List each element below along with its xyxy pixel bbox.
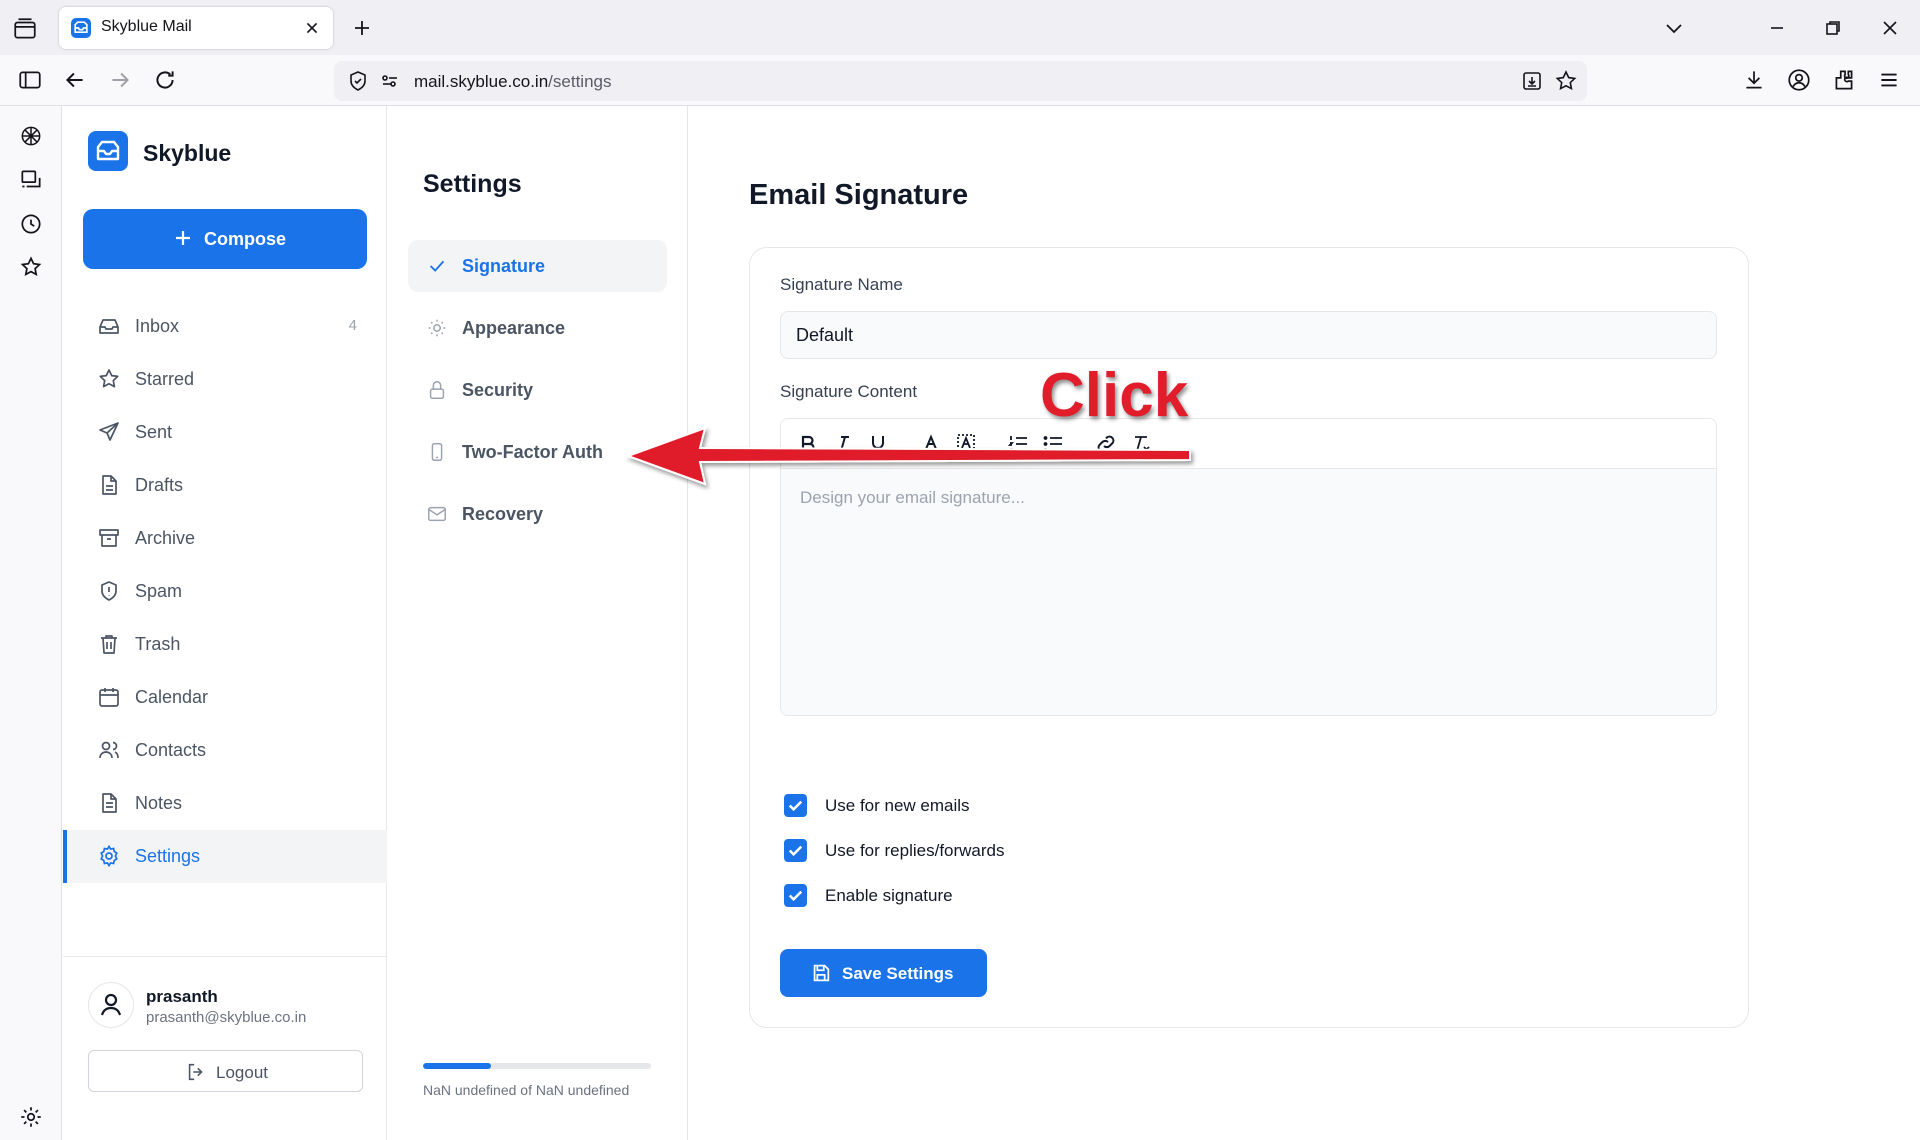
archive-icon <box>97 526 121 550</box>
save-settings-button[interactable]: Save Settings <box>780 949 987 997</box>
chevron-down-icon[interactable] <box>1662 16 1686 40</box>
notes-icon <box>97 791 121 815</box>
app-sidebar: Skyblue Compose Inbox 4 Starred Sent Dra… <box>63 106 387 1140</box>
page-title: Email Signature <box>749 179 969 211</box>
shield-check-icon[interactable] <box>346 69 370 93</box>
signature-name-label: Signature Name <box>780 275 903 294</box>
logout-icon <box>185 1061 207 1083</box>
downloads-icon[interactable] <box>1741 67 1767 93</box>
user-name: prasanth <box>146 987 218 1006</box>
star-icon <box>97 367 121 391</box>
synced-tabs-icon[interactable] <box>18 167 44 193</box>
bookmarks-star-icon[interactable] <box>18 254 44 280</box>
sun-icon <box>426 317 448 339</box>
sidebar-item-drafts[interactable]: Drafts <box>63 459 387 512</box>
calendar-icon <box>97 685 121 709</box>
account-icon[interactable] <box>1786 67 1812 93</box>
avatar[interactable] <box>88 982 134 1028</box>
phone-icon <box>426 441 448 463</box>
sidebar-item-calendar[interactable]: Calendar <box>63 671 387 724</box>
sidebar-item-settings[interactable]: Settings <box>63 830 387 883</box>
compose-button[interactable]: Compose <box>83 209 367 269</box>
browser-tab[interactable]: Skyblue Mail <box>59 7 333 49</box>
unread-count: 4 <box>348 317 357 334</box>
checkbox-checked-icon[interactable] <box>784 794 807 817</box>
settings-title: Settings <box>423 170 522 198</box>
signature-content-input[interactable] <box>781 470 1716 715</box>
check-icon <box>426 255 448 277</box>
plus-icon <box>171 226 195 250</box>
checkbox-checked-icon[interactable] <box>784 884 807 907</box>
settings-item-security[interactable]: Security <box>408 364 667 416</box>
tab-title: Skyblue Mail <box>101 18 192 35</box>
lock-icon <box>426 379 448 401</box>
sidebar-item-trash[interactable]: Trash <box>63 618 387 671</box>
storage-progress-bar <box>423 1063 651 1069</box>
user-email: prasanth@skyblue.co.in <box>146 1009 307 1026</box>
bookmark-star-icon[interactable] <box>1554 69 1578 93</box>
sidebar-item-sent[interactable]: Sent <box>63 406 387 459</box>
settings-item-signature[interactable]: Signature <box>408 240 667 292</box>
signature-name-input[interactable] <box>780 311 1717 359</box>
storage-usage-text: NaN undefined of NaN undefined <box>423 1082 630 1098</box>
reload-icon[interactable] <box>152 67 178 93</box>
ai-chatbot-icon[interactable] <box>18 123 44 149</box>
user-panel: prasanth prasanth@skyblue.co.in Logout <box>63 956 387 1140</box>
browser-tab-bar: Skyblue Mail <box>0 0 1920 55</box>
sidebar-item-contacts[interactable]: Contacts <box>63 724 387 777</box>
favicon-icon <box>71 18 91 38</box>
menu-icon[interactable] <box>1876 67 1902 93</box>
sidebar-toggle-icon[interactable] <box>17 67 43 93</box>
sidebar-item-inbox[interactable]: Inbox 4 <box>63 300 387 353</box>
trash-icon <box>97 632 121 656</box>
restore-icon[interactable] <box>1821 16 1845 40</box>
contacts-icon <box>97 738 121 762</box>
close-window-icon[interactable] <box>1878 16 1902 40</box>
signature-content-label: Signature Content <box>780 382 918 401</box>
annotation-arrow-icon <box>625 426 1191 486</box>
checkbox-checked-icon[interactable] <box>784 839 807 862</box>
url-text[interactable]: mail.skyblue.co.in/settings <box>414 72 611 92</box>
sidebar-item-notes[interactable]: Notes <box>63 777 387 830</box>
url-bar[interactable]: mail.skyblue.co.in/settings <box>334 61 1587 101</box>
minimize-icon[interactable] <box>1765 16 1789 40</box>
forward-icon[interactable] <box>107 67 133 93</box>
inbox-icon <box>97 314 121 338</box>
extensions-icon[interactable] <box>1831 67 1857 93</box>
settings-item-recovery[interactable]: Recovery <box>408 488 667 540</box>
gear-icon <box>97 844 121 868</box>
signature-card: Signature Name Signature Content Use for… <box>749 247 1749 1028</box>
drafts-icon <box>97 473 121 497</box>
customize-gear-icon[interactable] <box>18 1104 44 1130</box>
brand-name: Skyblue <box>143 140 232 166</box>
history-icon[interactable] <box>18 211 44 237</box>
floppy-disk-icon <box>810 962 832 984</box>
browser-nav-bar: mail.skyblue.co.in/settings <box>0 55 1920 106</box>
settings-item-appearance[interactable]: Appearance <box>408 302 667 354</box>
site-settings-icon[interactable] <box>378 69 402 93</box>
sidebar-item-starred[interactable]: Starred <box>63 353 387 406</box>
settings-nav: Settings Signature Appearance Security T… <box>388 106 688 1140</box>
shield-icon <box>97 579 121 603</box>
browser-sidebar <box>0 106 62 1140</box>
mail-icon <box>426 503 448 525</box>
send-icon <box>97 420 121 444</box>
main-content: Email Signature Signature Name Signature… <box>689 106 1920 1140</box>
save-page-icon[interactable] <box>1520 69 1544 93</box>
sidebar-item-archive[interactable]: Archive <box>63 512 387 565</box>
close-tab-icon[interactable] <box>301 17 323 39</box>
storage-progress-fill <box>423 1063 492 1069</box>
logout-button[interactable]: Logout <box>88 1050 363 1092</box>
new-tab-icon[interactable] <box>350 16 374 40</box>
sidebar-item-spam[interactable]: Spam <box>63 565 387 618</box>
logo-icon <box>88 131 128 171</box>
back-icon[interactable] <box>62 67 88 93</box>
tab-list-icon[interactable] <box>12 16 38 42</box>
